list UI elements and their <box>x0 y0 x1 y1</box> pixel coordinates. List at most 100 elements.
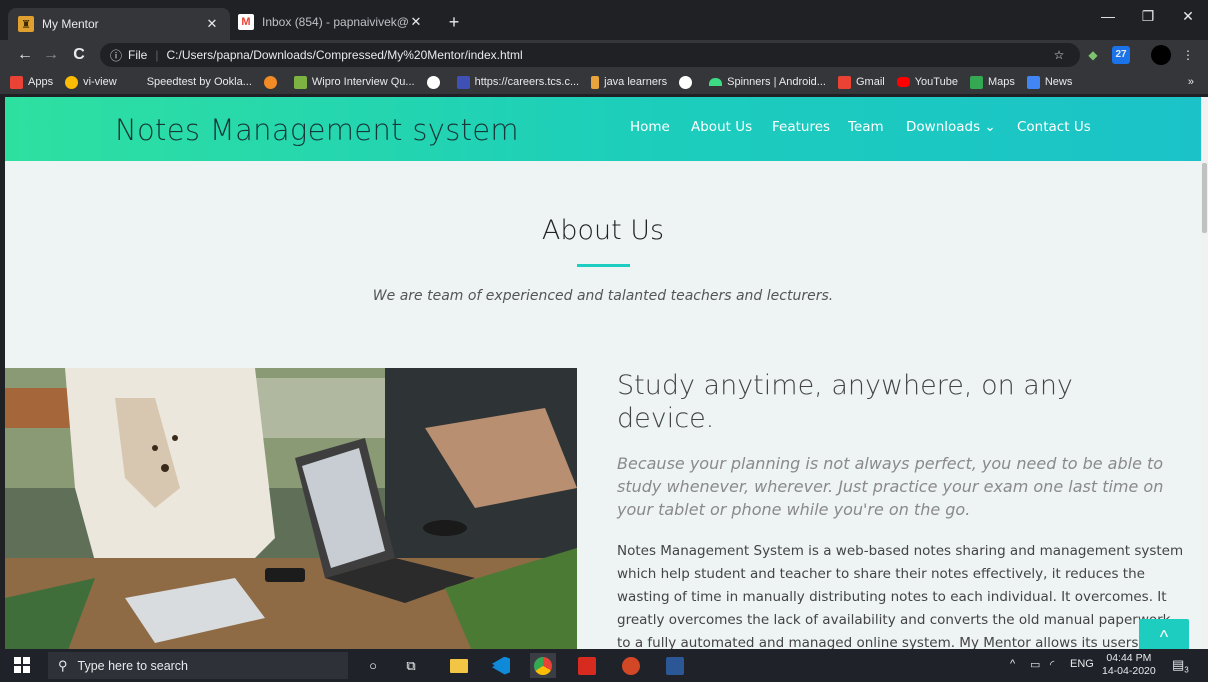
task-view-icon[interactable]: ⧉ <box>398 653 424 678</box>
gmail-icon <box>837 75 851 89</box>
browser-toolbar: ← → C ⓘ File | C:/Users/papna/Downloads/… <box>0 40 1208 70</box>
bookmark-gmail[interactable]: Gmail <box>837 75 885 89</box>
language-indicator[interactable]: ENG <box>1070 658 1094 670</box>
address-bar[interactable]: ⓘ File | C:/Users/papna/Downloads/Compre… <box>100 43 1080 67</box>
lightbulb-icon <box>263 75 277 89</box>
bookmark-label: News <box>1044 76 1073 88</box>
page-scrollbar[interactable] <box>1201 97 1208 649</box>
bookmark-label: Gmail <box>855 76 885 88</box>
tab-title: My Mentor <box>42 17 99 31</box>
close-icon[interactable]: ✕ <box>204 16 220 32</box>
window-close-icon[interactable]: ✕ <box>1168 8 1208 25</box>
url-separator: | <box>155 48 159 62</box>
site-header: Notes Management system Home About Us Fe… <box>5 97 1201 161</box>
taskbar-clock[interactable]: 04:44 PM 14-04-2020 <box>1102 652 1156 678</box>
restore-icon[interactable]: ❐ <box>1128 8 1168 25</box>
bookmark-bulb[interactable] <box>263 75 282 89</box>
bookmark-label: Spinners | Android... <box>727 76 826 88</box>
search-placeholder: Type here to search <box>77 658 189 673</box>
bookmarks-overflow-icon[interactable]: » <box>1188 70 1194 94</box>
bookmark-globe-2[interactable] <box>679 75 697 89</box>
url-scheme: File <box>128 48 148 62</box>
windows-taskbar: ⚲ Type here to search ○ ⧉ ^ ▭ ◜ ENG 04:4… <box>0 649 1208 682</box>
minimize-icon[interactable]: — <box>1088 8 1128 24</box>
bookmark-tcs[interactable]: https://careers.tcs.c... <box>456 75 580 89</box>
cortana-icon[interactable]: ○ <box>360 653 386 678</box>
android-icon <box>709 78 723 86</box>
scrollbar-thumb[interactable] <box>1202 163 1207 233</box>
back-to-top-button[interactable]: ^ <box>1139 619 1189 649</box>
bookmark-star-icon[interactable]: ☆ <box>1050 46 1068 64</box>
forward-arrow-icon[interactable]: → <box>40 44 62 66</box>
web-page: Notes Management system Home About Us Fe… <box>5 97 1201 649</box>
bookmark-youtube[interactable]: YouTube <box>896 76 958 88</box>
nav-team[interactable]: Team <box>848 119 884 135</box>
nav-downloads[interactable]: Downloads ⌄ <box>906 119 996 135</box>
bookmarks-bar: Apps vi-view Speedtest by Ookla... Wipro… <box>0 70 1208 94</box>
screen: ♜ My Mentor ✕ M Inbox (854) - papnaivive… <box>0 0 1208 682</box>
acrobat-icon[interactable] <box>574 653 600 678</box>
site-brand[interactable]: Notes Management system <box>115 113 519 147</box>
notification-center-icon[interactable]: ▤3 <box>1172 657 1189 675</box>
taskbar-search-input[interactable]: ⚲ Type here to search <box>48 652 348 679</box>
bookmark-vi-view[interactable]: vi-view <box>65 75 117 89</box>
bookmark-globe-1[interactable] <box>426 75 445 89</box>
globe-icon <box>426 75 440 89</box>
chrome-taskbar-icon[interactable] <box>530 653 556 678</box>
browser-tabstrip: ♜ My Mentor ✕ M Inbox (854) - papnaivive… <box>0 0 1208 40</box>
wifi-icon[interactable]: ◜ <box>1050 658 1054 671</box>
bookmark-maps[interactable]: Maps <box>969 75 1015 89</box>
nav-contact-us[interactable]: Contact Us <box>1017 119 1091 135</box>
chevron-up-icon: ^ <box>1159 627 1169 647</box>
bookmark-wipro[interactable]: Wipro Interview Qu... <box>293 75 415 89</box>
back-arrow-icon[interactable]: ← <box>14 44 36 66</box>
clock-time: 04:44 PM <box>1106 652 1152 664</box>
mentor-favicon-icon: ♜ <box>18 16 34 32</box>
apps-grid-icon <box>10 75 23 89</box>
bookmark-news[interactable]: News <box>1026 75 1073 89</box>
title-underline <box>577 264 630 267</box>
info-icon[interactable]: ⓘ <box>110 47 122 64</box>
vscode-icon[interactable] <box>488 653 514 678</box>
extension-icon[interactable]: ◆ <box>1086 46 1100 64</box>
bookmark-label: java learners <box>604 76 668 88</box>
chrome-icon <box>65 75 79 89</box>
globe-icon <box>679 75 693 89</box>
powerpoint-icon[interactable] <box>618 653 644 678</box>
battery-icon[interactable]: ▭ <box>1030 658 1040 671</box>
youtube-icon <box>896 77 910 87</box>
bookmark-label: https://careers.tcs.c... <box>474 76 580 88</box>
tab-gmail-inbox[interactable]: M Inbox (854) - papnaivivek@gmail ✕ <box>228 8 434 36</box>
bookmark-label: Maps <box>987 76 1015 88</box>
bookmark-label: Speedtest by Ookla... <box>146 76 252 88</box>
java-icon <box>591 75 600 89</box>
new-tab-button[interactable]: + <box>442 12 466 33</box>
windows-start-icon[interactable] <box>14 657 30 673</box>
bookmark-java-learners[interactable]: java learners <box>591 75 668 89</box>
reload-icon[interactable]: C <box>68 44 90 66</box>
search-icon: ⚲ <box>58 657 68 673</box>
file-explorer-icon[interactable] <box>446 653 472 678</box>
notification-count: 3 <box>1184 665 1189 675</box>
tray-chevron-icon[interactable]: ^ <box>1010 658 1015 670</box>
feature-heading: Study anytime, anywhere, on any device. <box>617 370 1073 434</box>
word-icon[interactable] <box>662 653 688 678</box>
bookmark-apps[interactable]: Apps <box>10 75 53 89</box>
bookmark-spinners[interactable]: Spinners | Android... <box>709 76 826 88</box>
nav-about-us[interactable]: About Us <box>691 119 752 135</box>
about-photo <box>5 368 577 649</box>
bookmark-speedtest[interactable]: Speedtest by Ookla... <box>147 76 252 88</box>
profile-avatar[interactable] <box>1151 45 1171 65</box>
extension-badge[interactable]: 27 <box>1112 46 1130 64</box>
tab-my-mentor[interactable]: ♜ My Mentor ✕ <box>8 8 230 40</box>
close-icon[interactable]: ✕ <box>408 14 424 30</box>
feature-description: Notes Management System is a web-based n… <box>617 543 1184 649</box>
menu-dots-icon[interactable]: ⋮ <box>1182 46 1194 64</box>
meeting-photo-illustration <box>5 368 577 649</box>
wipro-icon <box>293 75 307 89</box>
nav-home[interactable]: Home <box>630 119 670 135</box>
tcs-icon <box>456 75 470 89</box>
feature-tagline: Because your planning is not always perf… <box>617 454 1164 519</box>
section-subtitle: We are team of experienced and talanted … <box>372 288 834 304</box>
nav-features[interactable]: Features <box>772 119 830 135</box>
